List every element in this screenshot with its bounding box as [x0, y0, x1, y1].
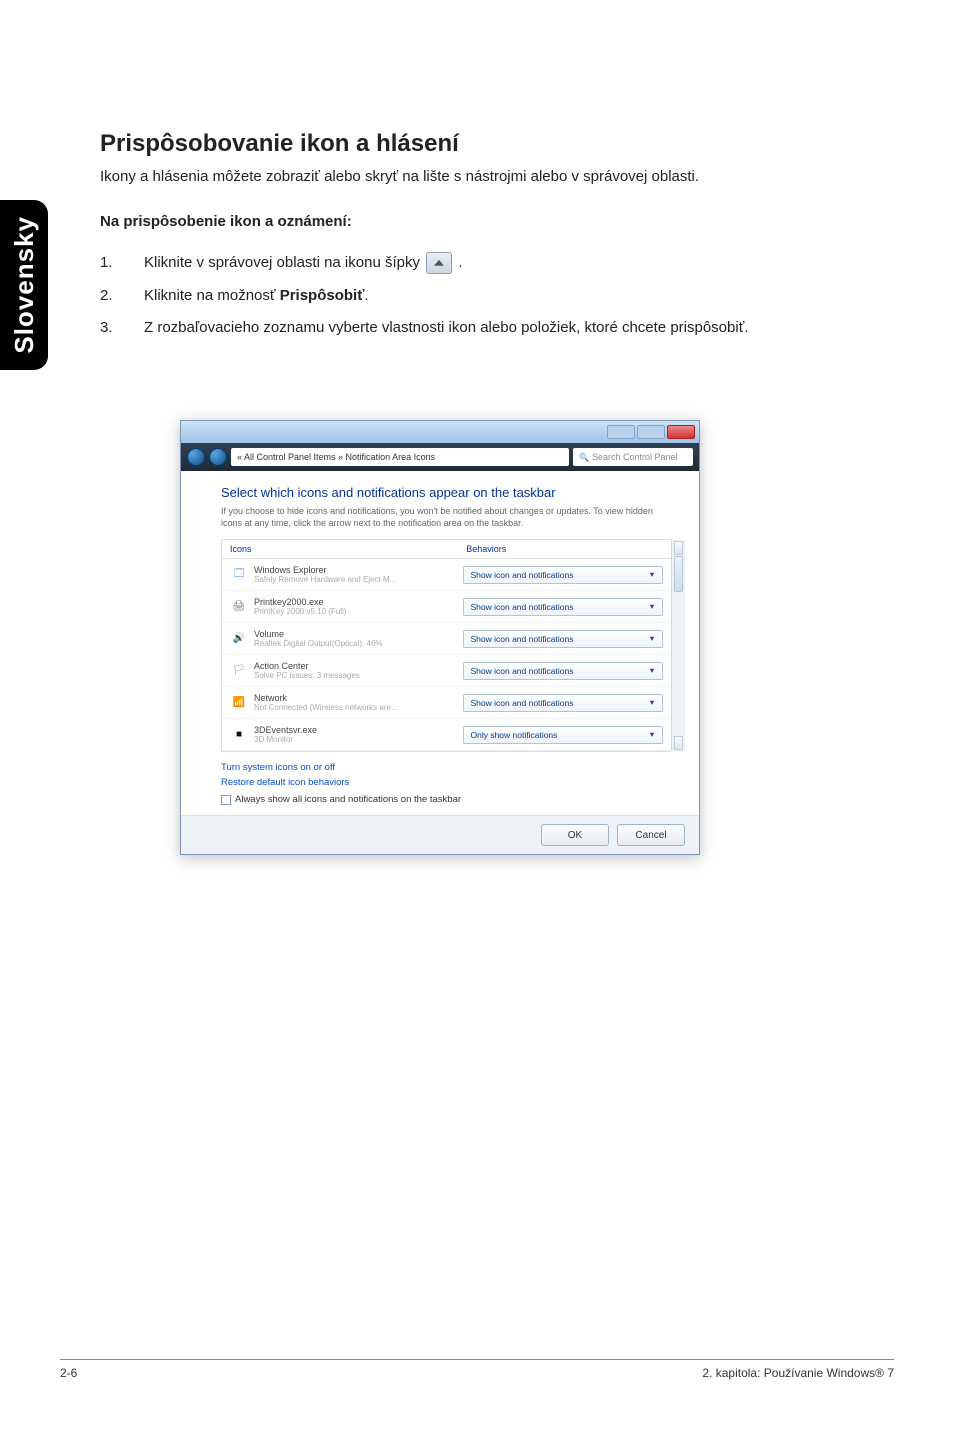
notification-area-dialog: « All Control Panel Items » Notification… — [180, 420, 700, 855]
app-subtext: 3D Monitor — [254, 735, 463, 744]
chevron-down-icon: ▾ — [646, 698, 658, 707]
chevron-down-icon: ▾ — [646, 730, 658, 739]
checkbox-label: Always show all icons and notifications … — [235, 794, 461, 805]
nav-forward-button[interactable] — [209, 448, 227, 466]
behavior-value: Show icon and notifications — [470, 634, 573, 644]
page-footer: 2-6 2. kapitola: Používanie Windows® 7 — [60, 1359, 894, 1380]
subheading: Na prispôsobenie ikon a oznámení: — [100, 213, 894, 230]
list-item: 🖨 Printkey2000.exePrintKey 2000 v5.10 (Fu… — [222, 591, 671, 623]
list-item: ■3DEventsvr.exe3D MonitorOnly show notif… — [222, 719, 671, 751]
app-icon: 🖨 — [230, 599, 248, 615]
app-name-cell: 3DEventsvr.exe3D Monitor — [254, 725, 463, 744]
app-subtext: PrintKey 2000 v5.10 (Full) — [254, 607, 463, 616]
list-item: 📶 NetworkNot Connected (Wireless networks… — [222, 687, 671, 719]
breadcrumb[interactable]: « All Control Panel Items » Notification… — [231, 448, 569, 466]
column-behaviors: Behaviors — [466, 544, 663, 554]
page-number: 2-6 — [60, 1366, 77, 1380]
app-icon: ■ — [230, 727, 248, 743]
app-name-cell: Action CenterSolve PC issues: 3 messages — [254, 661, 463, 680]
list-header: Icons Behaviors — [222, 540, 671, 559]
list-item: 🔊 VolumeRealtek Digital Output(Optical): … — [222, 623, 671, 655]
search-input[interactable]: Search Control Panel — [573, 448, 693, 466]
app-icon: 📶 — [230, 695, 248, 711]
intro-text: Ikony a hlásenia môžete zobraziť alebo s… — [100, 168, 894, 185]
side-language-label: Slovensky — [9, 216, 40, 354]
dialog-description: If you choose to hide icons and notifica… — [221, 506, 671, 529]
app-name-cell: NetworkNot Connected (Wireless networks … — [254, 693, 463, 712]
step-2-text-a: Kliknite na možnosť — [144, 287, 280, 304]
chevron-down-icon: ▾ — [646, 634, 658, 643]
chapter-label: 2. kapitola: Používanie Windows® 7 — [702, 1366, 894, 1380]
checkbox-icon[interactable] — [221, 795, 231, 805]
app-name: Action Center — [254, 661, 463, 671]
behavior-select[interactable]: Show icon and notifications ▾ — [463, 566, 663, 584]
app-name: Windows Explorer — [254, 565, 463, 575]
tray-arrow-icon — [426, 252, 452, 274]
step-1: Kliknite v správovej oblasti na ikonu ší… — [100, 252, 894, 275]
cancel-button[interactable]: Cancel — [617, 824, 685, 846]
app-subtext: Solve PC issues: 3 messages — [254, 671, 463, 680]
explorer-nav-bar: « All Control Panel Items » Notification… — [181, 443, 699, 471]
step-3-text: Z rozbaľovacieho zoznamu vyberte vlastno… — [144, 319, 748, 336]
app-name: 3DEventsvr.exe — [254, 725, 463, 735]
app-name: Network — [254, 693, 463, 703]
dialog-footer: OK Cancel — [181, 815, 699, 854]
behavior-select[interactable]: Only show notifications ▾ — [463, 726, 663, 744]
app-name-cell: Printkey2000.exePrintKey 2000 v5.10 (Ful… — [254, 597, 463, 616]
app-icon: 🔊 — [230, 631, 248, 647]
link-system-icons[interactable]: Turn system icons on or off — [221, 762, 671, 773]
app-subtext: Realtek Digital Output(Optical): 46% — [254, 639, 463, 648]
behavior-value: Show icon and notifications — [470, 666, 573, 676]
column-icons: Icons — [230, 544, 466, 554]
behavior-select[interactable]: Show icon and notifications ▾ — [463, 694, 663, 712]
behavior-value: Show icon and notifications — [470, 570, 573, 580]
list-item: 🏳 Action CenterSolve PC issues: 3 message… — [222, 655, 671, 687]
behavior-select[interactable]: Show icon and notifications ▾ — [463, 598, 663, 616]
app-icon: 🗔 — [230, 567, 248, 583]
nav-back-button[interactable] — [187, 448, 205, 466]
scrollbar-thumb[interactable] — [674, 556, 683, 592]
dialog-heading: Select which icons and notifications app… — [221, 485, 671, 500]
app-name-cell: Windows ExplorerSafely Remove Hardware a… — [254, 565, 463, 584]
step-3: Z rozbaľovacieho zoznamu vyberte vlastno… — [100, 317, 894, 340]
minimize-button[interactable] — [607, 425, 635, 439]
maximize-button[interactable] — [637, 425, 665, 439]
always-show-checkbox-row[interactable]: Always show all icons and notifications … — [221, 794, 671, 805]
window-titlebar — [181, 421, 699, 443]
side-language-tab: Slovensky — [0, 200, 48, 370]
step-1-text-b: . — [458, 254, 462, 271]
icon-list: Icons Behaviors 🗔 Windows ExplorerSafely … — [221, 539, 671, 752]
behavior-select[interactable]: Show icon and notifications ▾ — [463, 630, 663, 648]
step-1-text-a: Kliknite v správovej oblasti na ikonu ší… — [144, 254, 424, 271]
chevron-down-icon: ▾ — [646, 570, 658, 579]
behavior-value: Only show notifications — [470, 730, 557, 740]
behavior-value: Show icon and notifications — [470, 602, 573, 612]
ok-button[interactable]: OK — [541, 824, 609, 846]
step-2-text-b: . — [364, 287, 368, 304]
behavior-value: Show icon and notifications — [470, 698, 573, 708]
chevron-down-icon: ▾ — [646, 666, 658, 675]
app-name-cell: VolumeRealtek Digital Output(Optical): 4… — [254, 629, 463, 648]
app-subtext: Safely Remove Hardware and Eject M... — [254, 575, 463, 584]
step-2: Kliknite na možnosť Prispôsobiť. — [100, 285, 894, 308]
link-restore-defaults[interactable]: Restore default icon behaviors — [221, 777, 671, 788]
scrollbar[interactable] — [671, 540, 685, 751]
app-name: Volume — [254, 629, 463, 639]
close-button[interactable] — [667, 425, 695, 439]
app-name: Printkey2000.exe — [254, 597, 463, 607]
chevron-down-icon: ▾ — [646, 602, 658, 611]
behavior-select[interactable]: Show icon and notifications ▾ — [463, 662, 663, 680]
app-icon: 🏳 — [230, 663, 248, 679]
app-subtext: Not Connected (Wireless networks are... — [254, 703, 463, 712]
step-2-bold: Prispôsobiť — [280, 287, 365, 304]
list-item: 🗔 Windows ExplorerSafely Remove Hardware … — [222, 559, 671, 591]
page-title: Prispôsobovanie ikon a hlásení — [100, 130, 894, 158]
